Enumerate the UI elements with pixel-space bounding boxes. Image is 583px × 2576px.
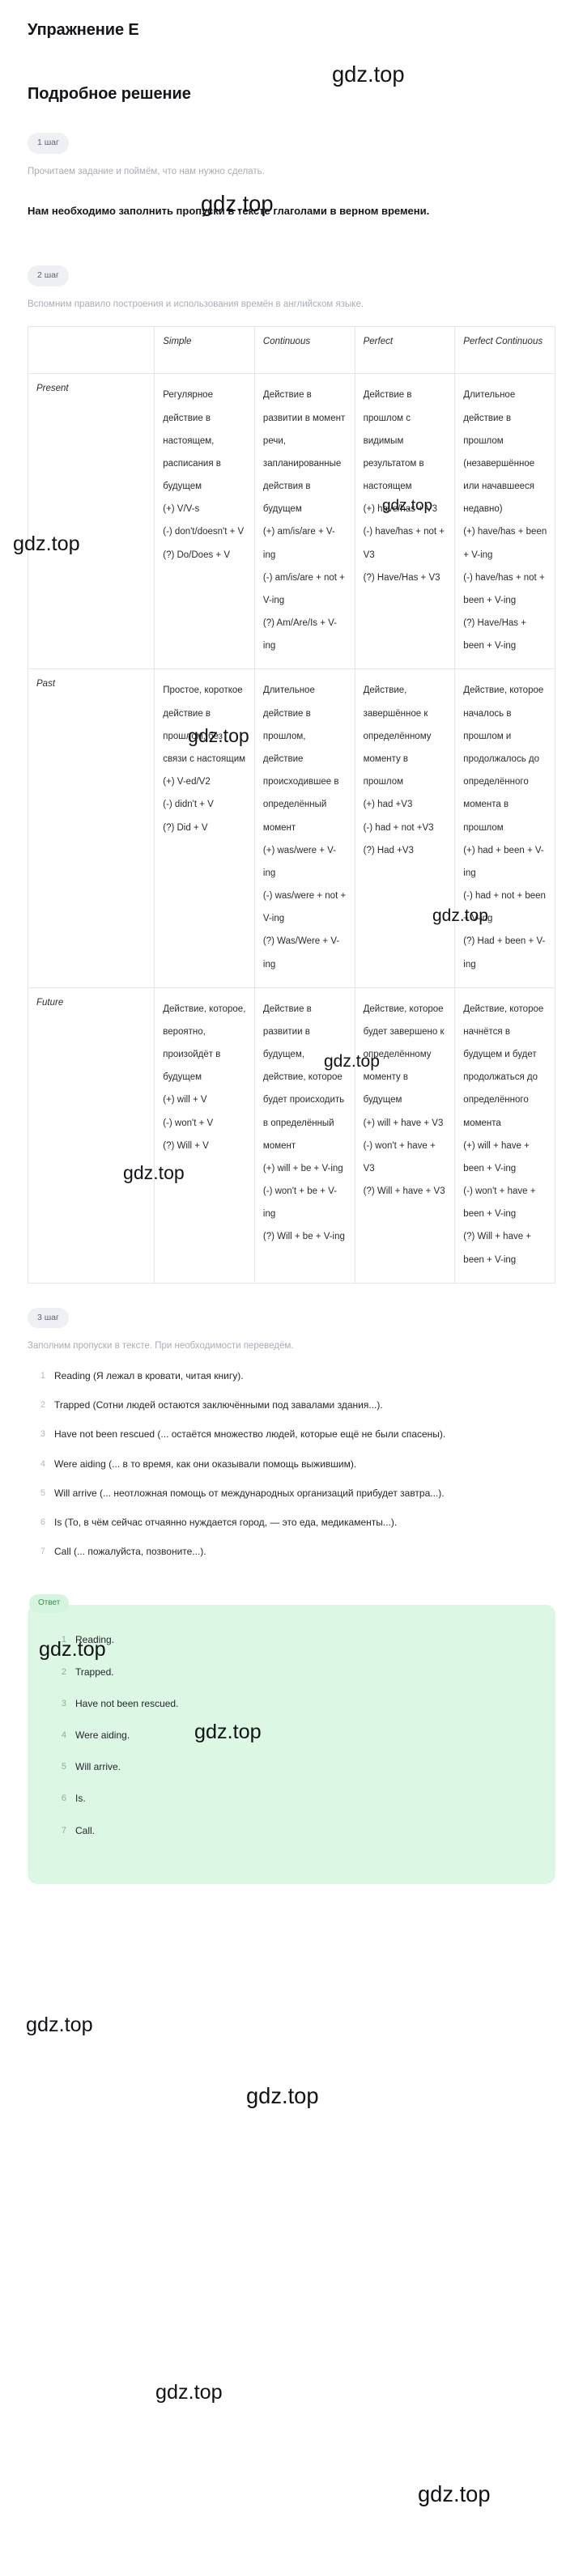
watermark-text: gdz.top [26,2014,93,2036]
watermark-text: gdz.top [13,533,80,555]
watermark-layer: gdz.top gdz.top gdz.top gdz.top gdz.top gdz.t… [0,0,583,2576]
watermark-text: gdz.top [39,1638,106,1661]
watermark-text: gdz.top [332,62,405,87]
watermark-text: gdz.top [382,497,432,514]
watermark-text: gdz.top [123,1162,185,1183]
watermark-text: gdz.top [201,191,274,216]
watermark-text: gdz.top [432,906,488,925]
solution-page: Упражнение E Подробное решение 1 шаг Про… [0,0,583,2506]
watermark-text: gdz.top [194,1721,262,1743]
watermark-text: gdz.top [246,2083,319,2108]
watermark-text: gdz.top [324,1052,380,1071]
watermark-text: gdz.top [155,2381,223,2404]
watermark-text: gdz.top [418,2481,491,2506]
watermark-text: gdz.top [188,725,249,746]
answer-badge: Ответ [29,1594,70,1614]
